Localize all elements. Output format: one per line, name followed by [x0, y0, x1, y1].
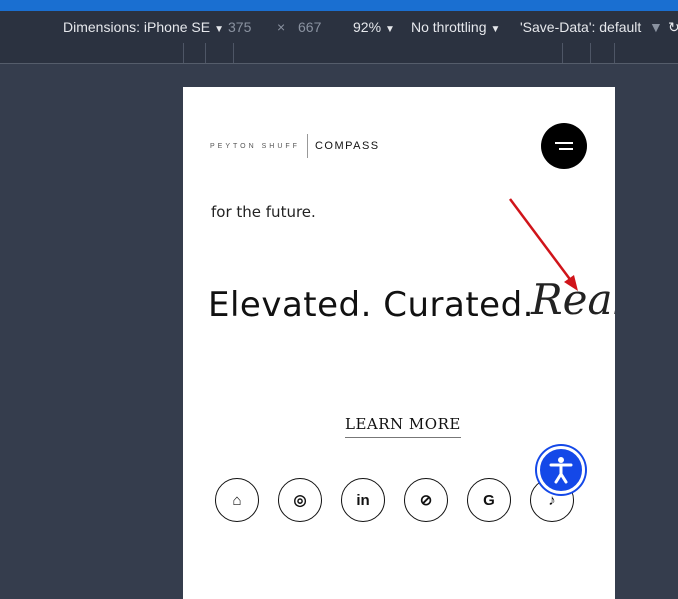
red-annotation-arrow — [508, 198, 578, 291]
